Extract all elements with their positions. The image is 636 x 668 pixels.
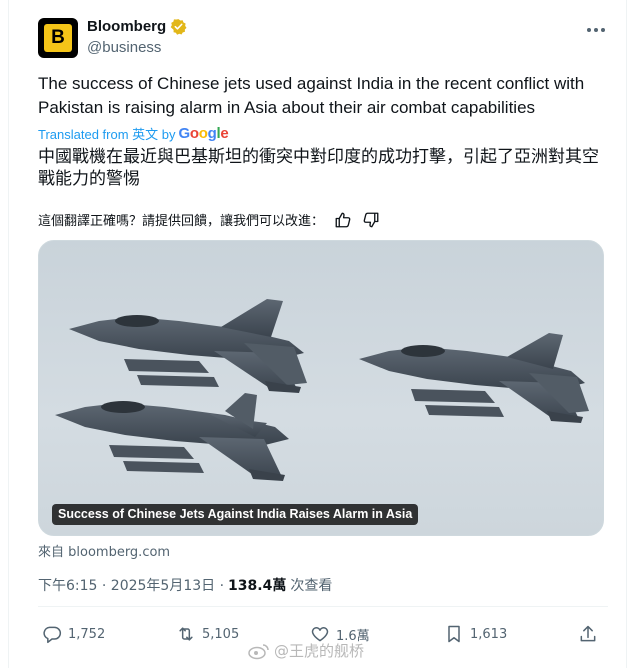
reply-button[interactable]: 1,752	[42, 624, 105, 644]
translated-from-link[interactable]: Translated from 英文 by Google	[38, 124, 229, 143]
bookmark-button[interactable]: 1,613	[444, 624, 507, 644]
link-card-image[interactable]: Success of Chinese Jets Against India Ra…	[38, 240, 604, 536]
view-count: 138.4萬	[228, 578, 287, 594]
feedback-prompt: 這個翻譯正確嗎？請提供回饋，讓我們可以改進：	[38, 214, 325, 229]
repost-button[interactable]: 5,105	[176, 624, 239, 644]
share-icon	[580, 625, 596, 642]
google-logo: Google	[178, 125, 229, 142]
more-icon[interactable]	[584, 20, 608, 40]
author-name-row[interactable]: Bloomberg	[87, 18, 187, 35]
link-source[interactable]: 來自 bloomberg.com	[38, 541, 170, 560]
jet-3	[359, 333, 589, 423]
thumbs-down-icon[interactable]	[362, 211, 380, 229]
jet-1	[69, 299, 307, 393]
view-label: 次查看	[290, 578, 333, 594]
divider	[38, 606, 608, 607]
verified-badge-icon	[170, 19, 187, 35]
reply-count: 1,752	[68, 626, 106, 642]
action-bar: 1,752 5,105 1.6萬 1,613	[38, 624, 608, 648]
like-icon	[311, 627, 329, 642]
tweet-text: The success of Chinese jets used against…	[38, 74, 585, 117]
reply-icon	[43, 626, 62, 644]
share-button[interactable]	[578, 624, 598, 644]
translated-prefix[interactable]: Translated from 英文 by	[38, 124, 176, 143]
link-card-caption: Success of Chinese Jets Against India Ra…	[52, 504, 419, 525]
translated-text: 中國戰機在最近與巴基斯坦的衝突中對印度的成功打擊，引起了亞洲對其空戰能力的警惕	[38, 147, 599, 189]
bookmark-count: 1,613	[470, 626, 508, 642]
repost-count: 5,105	[202, 626, 240, 642]
author-avatar[interactable]: B	[38, 18, 78, 58]
like-button[interactable]: 1.6萬	[310, 624, 370, 644]
translation-feedback: 這個翻譯正確嗎？請提供回饋，讓我們可以改進：	[38, 210, 380, 229]
bookmark-icon	[448, 625, 460, 643]
avatar-letter: B	[51, 27, 65, 48]
tweet-timestamp[interactable]: 下午6:15 · 2025年5月13日 ·	[38, 575, 224, 595]
more-dots-icon	[587, 28, 605, 32]
jet-2	[55, 393, 289, 481]
author-name[interactable]: Bloomberg	[87, 18, 166, 35]
jets-photo	[55, 299, 589, 481]
author-handle[interactable]: @business	[87, 39, 161, 56]
tweet-meta: 下午6:15 · 2025年5月13日 · 138.4萬 次查看	[38, 575, 332, 595]
repost-icon	[179, 627, 193, 641]
thumbs-up-icon[interactable]	[334, 211, 352, 229]
like-count: 1.6萬	[336, 628, 370, 644]
